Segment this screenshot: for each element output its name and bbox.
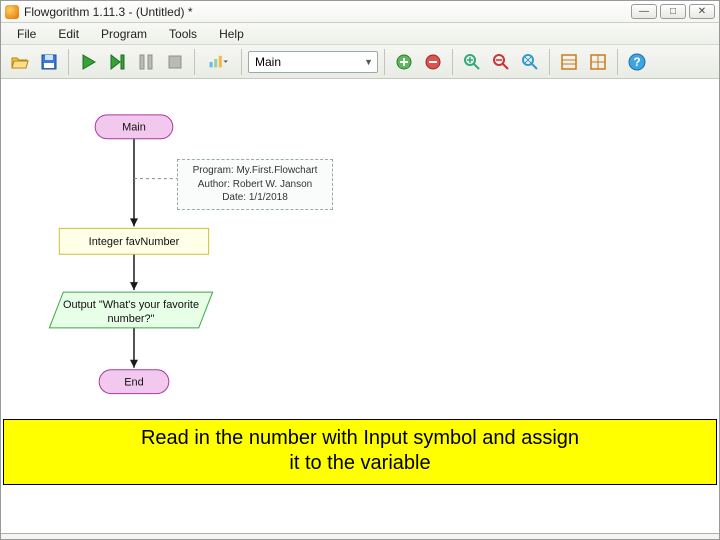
window-buttons: — □ ✕ — [631, 4, 715, 19]
remove-function-button[interactable] — [420, 49, 446, 75]
chart-style-button[interactable] — [201, 49, 235, 75]
layout-split-icon — [588, 52, 608, 72]
toolbar-separator — [68, 49, 69, 75]
toolbar-separator — [194, 49, 195, 75]
folder-open-icon — [10, 52, 30, 72]
comment-line: Author: Robert W. Janson — [186, 178, 324, 192]
chart-icon — [208, 52, 228, 72]
menu-tools[interactable]: Tools — [159, 24, 207, 44]
menu-file[interactable]: File — [7, 24, 46, 44]
instruction-text-l1: Read in the number with Input symbol and… — [10, 426, 710, 451]
function-selector[interactable]: Main ▼ — [248, 51, 378, 73]
plus-circle-icon — [394, 52, 414, 72]
window-title: Flowgorithm 1.11.3 - (Untitled) * — [24, 5, 631, 19]
flowchart-declare-node[interactable]: Integer favNumber — [59, 228, 208, 254]
toolbar-separator — [384, 49, 385, 75]
comment-line: Date: 1/1/2018 — [186, 191, 324, 205]
close-button[interactable]: ✕ — [689, 4, 715, 19]
menu-help[interactable]: Help — [209, 24, 254, 44]
layout-icon — [559, 52, 579, 72]
step-icon — [107, 52, 127, 72]
pause-icon — [136, 52, 156, 72]
menu-bar: File Edit Program Tools Help — [1, 23, 719, 45]
zoom-in-icon — [462, 52, 482, 72]
maximize-button[interactable]: □ — [660, 4, 686, 19]
help-button[interactable]: ? — [624, 49, 650, 75]
add-function-button[interactable] — [391, 49, 417, 75]
flowchart-end-node[interactable]: End — [99, 370, 169, 394]
save-button[interactable] — [36, 49, 62, 75]
end-label: End — [124, 377, 143, 389]
toolbar-separator — [617, 49, 618, 75]
menu-program[interactable]: Program — [91, 24, 157, 44]
step-button[interactable] — [104, 49, 130, 75]
zoom-fit-button[interactable] — [517, 49, 543, 75]
help-icon: ? — [627, 52, 647, 72]
minus-circle-icon — [423, 52, 443, 72]
chevron-down-icon: ▼ — [364, 57, 373, 67]
title-bar: Flowgorithm 1.11.3 - (Untitled) * — □ ✕ — [1, 1, 719, 23]
layout-toggle-1-button[interactable] — [556, 49, 582, 75]
svg-text:?: ? — [633, 55, 640, 69]
open-button[interactable] — [7, 49, 33, 75]
toolbar-separator — [241, 49, 242, 75]
declare-label: Integer favNumber — [89, 236, 180, 248]
zoom-out-button[interactable] — [488, 49, 514, 75]
pause-button[interactable] — [133, 49, 159, 75]
output-label-l1: Output "What's your favorite — [63, 299, 199, 311]
flowchart-output-node[interactable]: Output "What's your favorite number?" — [49, 292, 212, 328]
floppy-disk-icon — [39, 52, 59, 72]
layout-toggle-2-button[interactable] — [585, 49, 611, 75]
start-label: Main — [122, 122, 146, 134]
instruction-overlay: Read in the number with Input symbol and… — [3, 419, 717, 485]
play-icon — [78, 52, 98, 72]
status-bar — [1, 533, 719, 539]
zoom-fit-icon — [520, 52, 540, 72]
toolbar-separator — [549, 49, 550, 75]
zoom-out-icon — [491, 52, 511, 72]
output-label-l2: number?" — [107, 313, 154, 325]
stop-icon — [165, 52, 185, 72]
toolbar-separator — [452, 49, 453, 75]
menu-edit[interactable]: Edit — [48, 24, 89, 44]
zoom-in-button[interactable] — [459, 49, 485, 75]
function-selected-label: Main — [255, 55, 281, 69]
run-button[interactable] — [75, 49, 101, 75]
minimize-button[interactable]: — — [631, 4, 657, 19]
comment-line: Program: My.First.Flowchart — [186, 164, 324, 178]
toolbar: Main ▼ ? — [1, 45, 719, 79]
instruction-text-l2: it to the variable — [10, 451, 710, 476]
flowchart-start-node[interactable]: Main — [95, 115, 173, 139]
flowchart-comment-node[interactable]: Program: My.First.Flowchart Author: Robe… — [177, 159, 333, 210]
stop-button[interactable] — [162, 49, 188, 75]
app-icon — [5, 5, 19, 19]
